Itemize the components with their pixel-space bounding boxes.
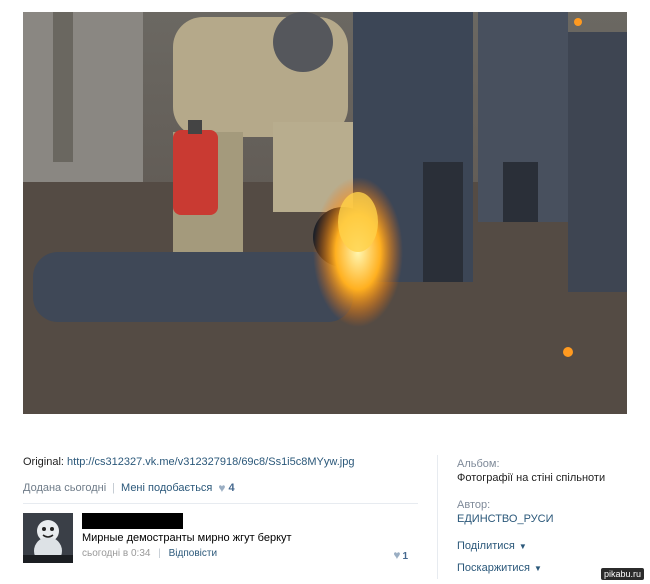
original-link[interactable]: http://cs312327.vk.me/v312327918/69c8/Ss… bbox=[67, 456, 354, 468]
watermark: pikabu.ru bbox=[600, 568, 644, 580]
original-line: Original: http://cs312327.vk.me/v3123279… bbox=[23, 455, 418, 469]
heart-icon[interactable]: ♥ bbox=[218, 481, 225, 495]
share-label: Поділитися bbox=[457, 540, 515, 552]
comment-meta-separator: | bbox=[158, 548, 161, 559]
report-label: Поскаржитися bbox=[457, 562, 530, 574]
photo-scene bbox=[23, 12, 627, 414]
share-button[interactable]: Поділитися ▼ bbox=[457, 539, 642, 554]
triangle-down-icon: ▼ bbox=[518, 542, 527, 551]
post-photo[interactable] bbox=[23, 12, 627, 414]
album-label: Альбом: bbox=[457, 458, 500, 470]
comment-text: Мирные демостранты мирно жгут беркут bbox=[82, 532, 292, 544]
like-button[interactable]: Мені подобається bbox=[121, 481, 212, 495]
comment-meta: сьогодні в 0:34 | Відповісти bbox=[82, 548, 217, 559]
comment: Мирные демостранты мирно жгут беркут сьо… bbox=[23, 513, 418, 568]
added-date: Додана сьогодні bbox=[23, 482, 107, 494]
comment-like[interactable]: ♥ 1 bbox=[393, 548, 408, 562]
author-label: Автор: bbox=[457, 499, 491, 511]
author-block: Автор: ЕДИНСТВО_РУСИ bbox=[457, 498, 642, 526]
like-count: 4 bbox=[228, 482, 235, 494]
post-info: Original: http://cs312327.vk.me/v3123279… bbox=[23, 455, 418, 568]
author-link[interactable]: ЕДИНСТВО_РУСИ bbox=[457, 513, 554, 525]
photo-sidebar: Альбом: Фотографії на стіні спільноти Ав… bbox=[457, 457, 642, 583]
vertical-divider bbox=[437, 455, 438, 579]
divider bbox=[23, 503, 418, 504]
comment-time: сьогодні в 0:34 bbox=[82, 548, 151, 559]
album-block: Альбом: Фотографії на стіні спільноти bbox=[457, 457, 642, 485]
snowman-avatar-image bbox=[23, 513, 73, 563]
triangle-down-icon: ▼ bbox=[533, 564, 542, 573]
comment-author-redacted[interactable] bbox=[82, 513, 183, 529]
meta-separator: | bbox=[112, 482, 116, 494]
comment-like-count: 1 bbox=[402, 551, 408, 562]
reply-button[interactable]: Відповісти bbox=[169, 548, 217, 559]
avatar[interactable] bbox=[23, 513, 73, 563]
post-meta: Додана сьогодні | Мені подобається ♥ 4 bbox=[23, 481, 418, 495]
comment-heart-icon[interactable]: ♥ bbox=[393, 548, 400, 562]
album-value: Фотографії на стіні спільноти bbox=[457, 472, 606, 484]
original-label: Original: bbox=[23, 456, 64, 468]
